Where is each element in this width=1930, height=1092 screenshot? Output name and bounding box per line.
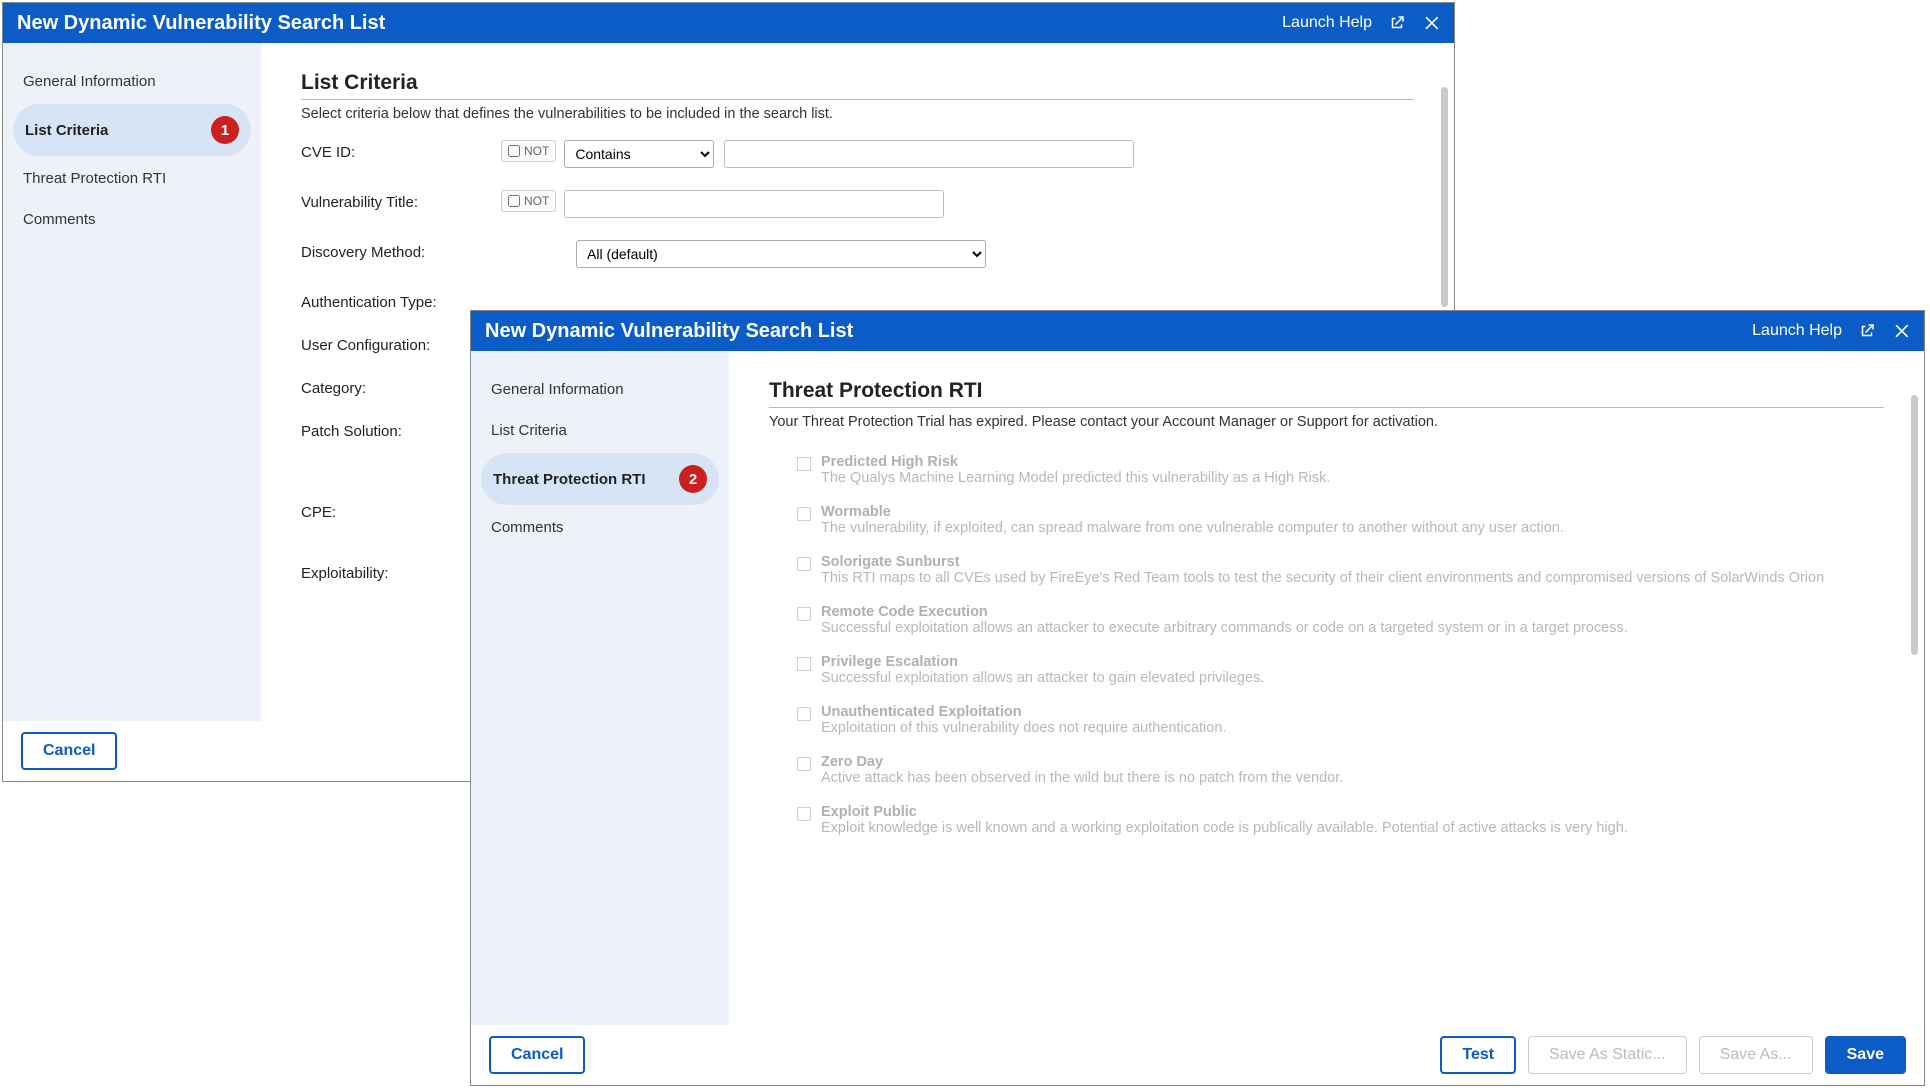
save-button[interactable]: Save	[1825, 1036, 1906, 1074]
sidebar-item-list-criteria[interactable]: List Criteria 1	[13, 104, 251, 156]
header-actions: Launch Help	[1752, 320, 1914, 342]
callout-badge-1: 1	[211, 116, 239, 144]
rti-item: Solorigate SunburstThis RTI maps to all …	[769, 554, 1884, 586]
dialog-threat-rti: New Dynamic Vulnerability Search List La…	[470, 310, 1925, 1086]
rti-title: Unauthenticated Exploitation	[821, 704, 1226, 720]
cve-id-input[interactable]	[724, 140, 1134, 168]
row-discovery: Discovery Method: All (default)	[301, 240, 1414, 268]
dialog-header: New Dynamic Vulnerability Search List La…	[3, 3, 1454, 43]
sidebar-item-list-criteria[interactable]: List Criteria	[471, 410, 729, 451]
dialog-title: New Dynamic Vulnerability Search List	[485, 320, 853, 343]
label-auth: Authentication Type:	[301, 290, 501, 311]
row-auth: Authentication Type:	[301, 290, 1414, 311]
row-cve-id: CVE ID: NOT Contains	[301, 140, 1414, 168]
rti-checkbox	[797, 757, 811, 771]
rti-item: Predicted High RiskThe Qualys Machine Le…	[769, 454, 1884, 486]
sidebar: General Information List Criteria 1 Thre…	[3, 43, 261, 721]
rti-title: Zero Day	[821, 754, 1343, 770]
rti-desc: Successful exploitation allows an attack…	[821, 670, 1264, 686]
discovery-select[interactable]: All (default)	[576, 240, 986, 268]
dialog-header: New Dynamic Vulnerability Search List La…	[471, 311, 1924, 351]
rti-checkbox	[797, 557, 811, 571]
rti-item: WormableThe vulnerability, if exploited,…	[769, 504, 1884, 536]
rti-title: Remote Code Execution	[821, 604, 1628, 620]
launch-help-link[interactable]: Launch Help	[1752, 322, 1842, 340]
rti-checkbox	[797, 507, 811, 521]
content-subtext: Select criteria below that defines the v…	[301, 106, 1414, 122]
sidebar-item-label: Threat Protection RTI	[23, 170, 166, 187]
dialog-footer: Cancel Test Save As Static... Save As...…	[471, 1025, 1924, 1085]
sidebar-item-threat-rti[interactable]: Threat Protection RTI	[3, 158, 261, 199]
rti-checkbox	[797, 607, 811, 621]
rti-item: Exploit PublicExploit knowledge is well …	[769, 804, 1884, 836]
not-checkbox[interactable]	[508, 145, 520, 157]
cve-operator-select[interactable]: Contains	[564, 140, 714, 168]
cancel-button[interactable]: Cancel	[21, 732, 117, 770]
rti-checkbox	[797, 807, 811, 821]
rti-desc: Exploitation of this vulnerability does …	[821, 720, 1226, 736]
rti-desc: The vulnerability, if exploited, can spr…	[821, 520, 1564, 536]
save-as-static-button: Save As Static...	[1528, 1036, 1687, 1074]
rti-item: Zero DayActive attack has been observed …	[769, 754, 1884, 786]
rti-title: Predicted High Risk	[821, 454, 1330, 470]
rti-title: Exploit Public	[821, 804, 1628, 820]
not-label: NOT	[524, 194, 549, 208]
rti-item: Privilege EscalationSuccessful exploitat…	[769, 654, 1884, 686]
sidebar-item-general-info[interactable]: General Information	[3, 61, 261, 102]
label-cve-id: CVE ID:	[301, 140, 501, 161]
sidebar-item-label: General Information	[23, 73, 156, 90]
not-checkbox[interactable]	[508, 195, 520, 207]
content-heading: List Criteria	[301, 71, 1414, 100]
popout-icon[interactable]	[1856, 320, 1878, 342]
rti-item: Remote Code ExecutionSuccessful exploita…	[769, 604, 1884, 636]
content-heading: Threat Protection RTI	[769, 379, 1884, 408]
dialog-title: New Dynamic Vulnerability Search List	[17, 12, 385, 35]
scrollbar-thumb[interactable]	[1911, 395, 1918, 655]
cancel-button[interactable]: Cancel	[489, 1036, 585, 1074]
sidebar-item-threat-rti[interactable]: Threat Protection RTI 2	[481, 453, 719, 505]
header-actions: Launch Help	[1282, 12, 1444, 34]
vuln-title-input[interactable]	[564, 190, 944, 218]
rti-checkbox	[797, 457, 811, 471]
rti-list: Predicted High RiskThe Qualys Machine Le…	[769, 454, 1884, 836]
rti-checkbox	[797, 657, 811, 671]
sidebar-item-label: General Information	[491, 381, 624, 398]
not-toggle-cve[interactable]: NOT	[501, 140, 556, 162]
close-icon[interactable]	[1892, 320, 1914, 342]
test-button[interactable]: Test	[1440, 1036, 1516, 1074]
not-label: NOT	[524, 144, 549, 158]
rti-checkbox	[797, 707, 811, 721]
content-subtext: Your Threat Protection Trial has expired…	[769, 414, 1884, 430]
rti-desc: Active attack has been observed in the w…	[821, 770, 1343, 786]
scrollbar-thumb[interactable]	[1441, 87, 1448, 307]
sidebar: General Information List Criteria Threat…	[471, 351, 729, 1025]
not-toggle-title[interactable]: NOT	[501, 190, 556, 212]
sidebar-item-label: List Criteria	[25, 122, 108, 139]
sidebar-item-label: List Criteria	[491, 422, 567, 439]
rti-title: Wormable	[821, 504, 1564, 520]
save-as-button: Save As...	[1699, 1036, 1813, 1074]
sidebar-item-label: Comments	[23, 211, 96, 228]
rti-desc: The Qualys Machine Learning Model predic…	[821, 470, 1330, 486]
rti-desc: Successful exploitation allows an attack…	[821, 620, 1628, 636]
rti-title: Privilege Escalation	[821, 654, 1264, 670]
content-pane: Threat Protection RTI Your Threat Protec…	[729, 351, 1924, 1025]
label-vuln-title: Vulnerability Title:	[301, 190, 501, 211]
label-discovery: Discovery Method:	[301, 240, 501, 261]
rti-desc: Exploit knowledge is well known and a wo…	[821, 820, 1628, 836]
callout-badge-2: 2	[679, 465, 707, 493]
close-icon[interactable]	[1422, 12, 1444, 34]
rti-desc: This RTI maps to all CVEs used by FireEy…	[821, 570, 1824, 586]
popout-icon[interactable]	[1386, 12, 1408, 34]
sidebar-item-label: Threat Protection RTI	[493, 471, 646, 488]
rti-title: Solorigate Sunburst	[821, 554, 1824, 570]
sidebar-item-comments[interactable]: Comments	[3, 199, 261, 240]
row-vuln-title: Vulnerability Title: NOT	[301, 190, 1414, 218]
sidebar-item-general-info[interactable]: General Information	[471, 369, 729, 410]
launch-help-link[interactable]: Launch Help	[1282, 14, 1372, 32]
rti-item: Unauthenticated ExploitationExploitation…	[769, 704, 1884, 736]
sidebar-item-comments[interactable]: Comments	[471, 507, 729, 548]
sidebar-item-label: Comments	[491, 519, 564, 536]
